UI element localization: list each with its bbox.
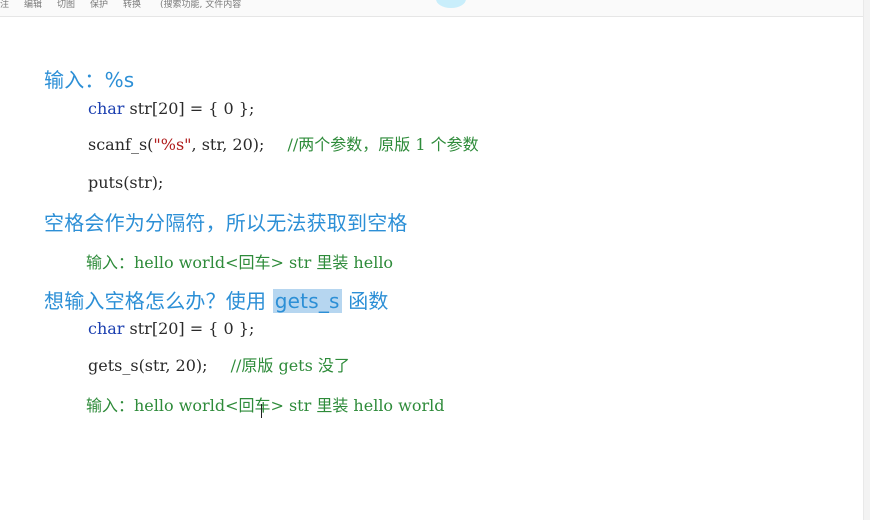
code-scanf-call: scanf_s(: [88, 135, 154, 154]
top-toolbar: 注 编辑 切图 保护 转换 (搜索功能, 文件内容: [0, 0, 870, 17]
code-comment-gets: //原版 gets 没了: [230, 356, 350, 375]
code-scanf-args: , str, 20);: [191, 135, 265, 154]
toolbar-item-cut[interactable]: 切图: [57, 0, 75, 10]
heading-gets-s: 想输入空格怎么办？使用 gets_s 函数: [44, 285, 389, 314]
code-line-decl-2: char str[20] = { 0 };: [88, 319, 254, 338]
code-keyword-char-2: char: [88, 319, 125, 338]
heading-space-delimiter: 空格会作为分隔符，所以无法获取到空格: [44, 211, 408, 235]
note-input-hello: 输入：hello world<回车> str 里装 hello: [86, 253, 394, 272]
code-line-gets: gets_s(str, 20); //原版 gets 没了: [88, 352, 350, 376]
note-input-hello-world: 输入：hello world<回车> str 里装 hello world: [86, 396, 445, 415]
code-comment-scanf: //两个参数，原版 1 个参数: [287, 135, 479, 154]
toolbar-item-edit[interactable]: 编辑: [24, 0, 42, 10]
code-line-puts: puts(str);: [88, 173, 164, 192]
code-keyword-char: char: [88, 99, 125, 118]
heading-gets-pre: 想输入空格怎么办？使用: [44, 289, 273, 313]
code-gets-call: gets_s(str, 20);: [88, 356, 208, 375]
toolbar-item[interactable]: 注: [0, 0, 9, 10]
code-line-scanf: scanf_s("%s", str, 20); //两个参数，原版 1 个参数: [88, 131, 479, 155]
code-decl-rest-2: str[20] = { 0 };: [124, 319, 255, 338]
scrollbar-track[interactable]: [863, 0, 870, 520]
toolbar-item-protect[interactable]: 保护: [90, 0, 108, 10]
code-line-decl-1: char str[20] = { 0 };: [88, 99, 254, 118]
heading-gets-post: 函数: [341, 289, 389, 313]
code-decl-rest: str[20] = { 0 };: [124, 99, 255, 118]
toolbar-item-convert[interactable]: 转换: [123, 0, 141, 10]
highlighted-gets-s[interactable]: gets_s: [272, 289, 342, 313]
text-cursor-icon: [261, 404, 262, 418]
code-format-string: "%s": [153, 135, 192, 154]
toolbar-search-hint[interactable]: (搜索功能, 文件内容: [160, 0, 241, 10]
heading-input-s: 输入：%s: [44, 68, 135, 92]
